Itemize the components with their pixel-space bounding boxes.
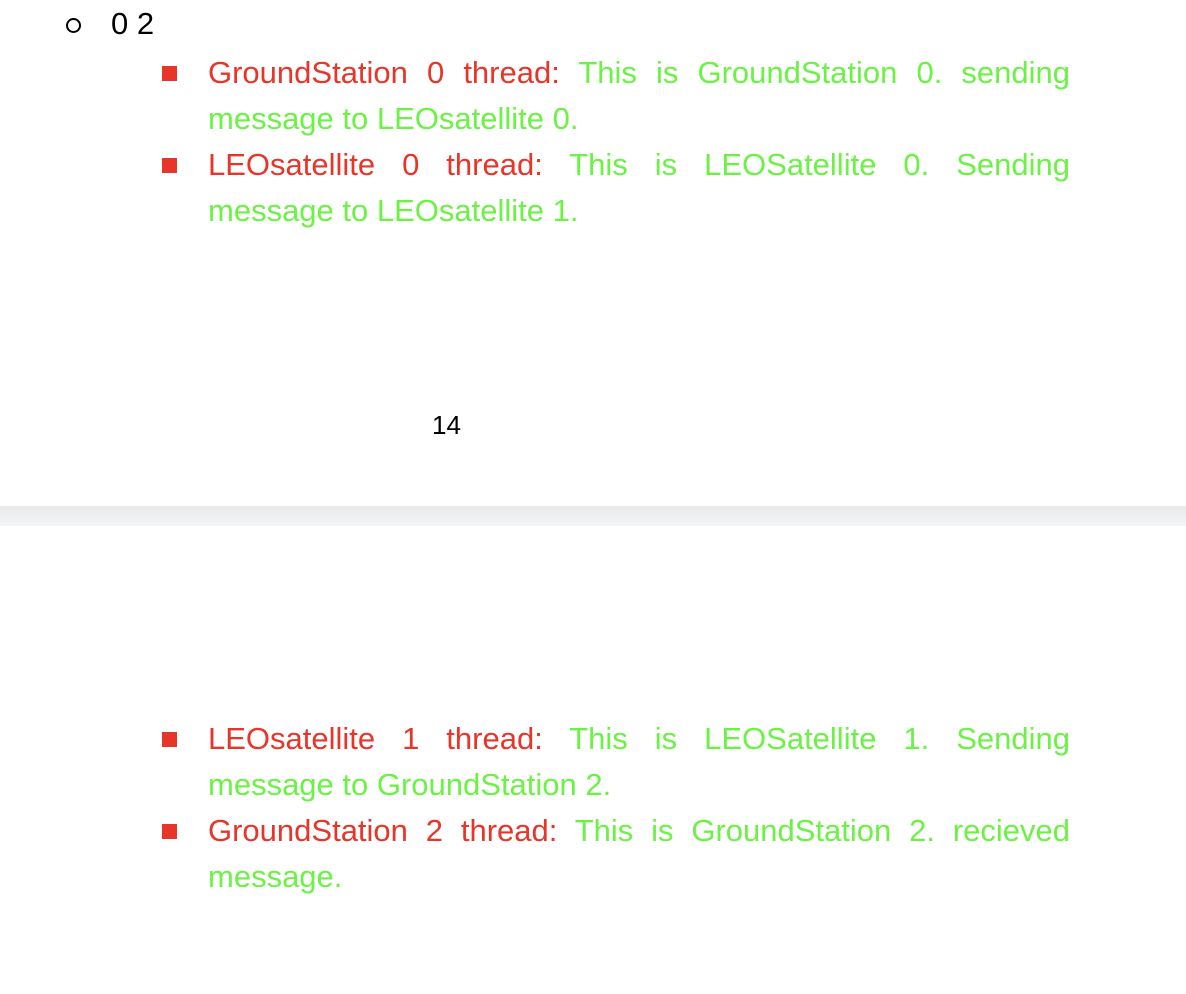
sub-list-item: 0 2 <box>66 4 154 44</box>
list-item: LEOsatellite 1 thread: This is LEOSatell… <box>162 716 1070 808</box>
list-item-text: LEOsatellite 1 thread: This is LEOSatell… <box>208 716 1070 808</box>
sub-list-item-label: 0 2 <box>111 6 155 41</box>
thread-label: LEOsatellite 1 thread: <box>208 721 543 756</box>
list-item-text: GroundStation 0 thread: This is GroundSt… <box>208 50 1070 142</box>
list-item-text: LEOsatellite 0 thread: This is LEOSatell… <box>208 142 1070 234</box>
thread-label: GroundStation 2 thread: <box>208 813 558 848</box>
list-item: GroundStation 2 thread: This is GroundSt… <box>162 808 1070 900</box>
circle-bullet-icon <box>66 17 81 33</box>
list-item: GroundStation 0 thread: This is GroundSt… <box>162 50 1070 142</box>
list-item: LEOsatellite 0 thread: This is LEOSatell… <box>162 142 1070 234</box>
thread-label: LEOsatellite 0 thread: <box>208 147 543 182</box>
page-number: 14 <box>432 410 461 440</box>
square-bullet-icon <box>162 66 177 81</box>
list-item-text: GroundStation 2 thread: This is GroundSt… <box>208 808 1070 900</box>
square-bullet-icon <box>162 732 177 747</box>
page-14: 0 2 GroundStation 0 thread: This is Grou… <box>0 0 1186 506</box>
page-separator <box>0 506 1186 527</box>
thread-label: GroundStation 0 thread: <box>208 55 560 90</box>
square-bullet-icon <box>162 158 177 173</box>
document-view: 0 2 GroundStation 0 thread: This is Grou… <box>0 0 1186 994</box>
page-15: LEOsatellite 1 thread: This is LEOSatell… <box>0 526 1186 994</box>
square-bullet-icon <box>162 824 177 839</box>
